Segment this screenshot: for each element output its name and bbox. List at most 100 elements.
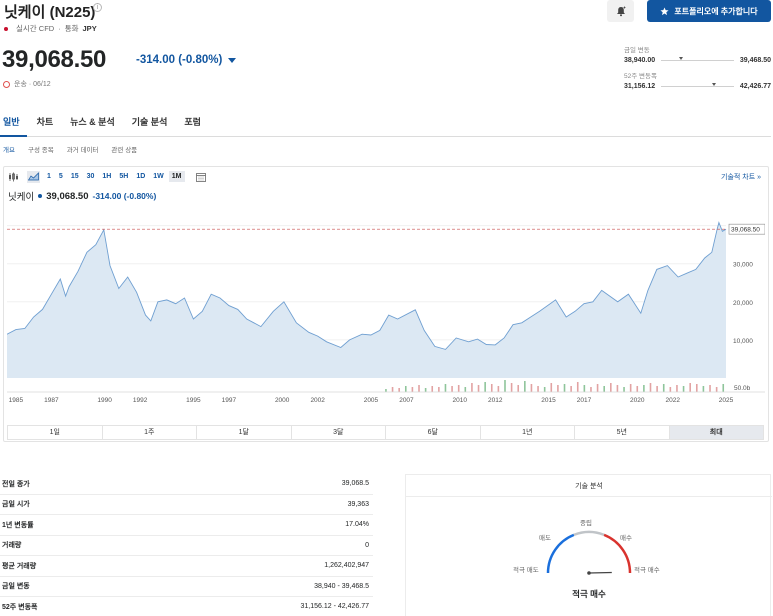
interval-5h[interactable]: 5H	[116, 171, 131, 182]
subtab-historical[interactable]: 과거 데이터	[67, 144, 99, 154]
x-tick-label: 1995	[186, 397, 201, 404]
alert-button[interactable]	[607, 0, 634, 22]
x-tick-label: 2022	[666, 397, 681, 404]
info-icon[interactable]: i	[93, 3, 102, 12]
stat-label: 금일 변동	[2, 583, 30, 591]
sub-tabs: 개요 구성 종목 과거 데이터 관련 상품	[3, 144, 137, 154]
add-to-portfolio-button[interactable]: 포트폴리오에 추가합니다	[647, 0, 771, 22]
gauge-neutral-arc	[573, 530, 605, 537]
period-3m[interactable]: 3달	[292, 426, 386, 439]
x-tick-label: 2002	[310, 397, 325, 404]
volume-bar	[484, 382, 486, 392]
x-tick-label: 2010	[452, 397, 467, 404]
period-6m[interactable]: 6달	[386, 426, 481, 439]
period-1w[interactable]: 1주	[103, 426, 197, 439]
chart-legend-name: 닛케이	[8, 192, 35, 203]
volume-bar	[702, 386, 705, 392]
period-max[interactable]: 최대	[669, 426, 763, 439]
subtab-related[interactable]: 관련 상품	[111, 144, 137, 154]
interval-30[interactable]: 30	[84, 171, 98, 182]
interval-15[interactable]: 15	[68, 171, 82, 182]
gauge-sell-arc	[546, 533, 575, 574]
volume-bar	[497, 386, 500, 392]
volume-bar	[649, 383, 652, 392]
volume-bar	[695, 384, 698, 392]
volume-bar	[563, 384, 566, 392]
stat-label: 전일 종가	[2, 480, 30, 488]
volume-bar	[596, 384, 599, 392]
candlestick-icon[interactable]	[7, 171, 20, 183]
tab-chart[interactable]: 차트	[34, 113, 61, 137]
tab-overview[interactable]: 일반	[0, 113, 27, 137]
page-title: 닛케이 (N225)	[4, 4, 96, 21]
gauge-pivot	[587, 571, 591, 575]
main-tabs: 일반 차트 뉴스 & 분석 기술 분석 포럼	[0, 113, 771, 137]
volume-bar	[689, 383, 691, 392]
volume-bar	[510, 383, 513, 392]
interval-1w[interactable]: 1W	[150, 171, 167, 182]
volume-bar	[709, 385, 711, 392]
x-tick-label: 1997	[222, 397, 237, 404]
volume-bar	[504, 380, 506, 392]
volume-bar	[603, 386, 605, 392]
stat-label: 거래량	[2, 542, 22, 550]
volume-bar	[682, 386, 685, 392]
interval-5[interactable]: 5	[56, 171, 66, 182]
tab-news[interactable]: 뉴스 & 분석	[67, 113, 122, 137]
period-1y[interactable]: 1년	[481, 426, 575, 439]
meta-separator: ·	[58, 24, 61, 33]
x-tick-label: 2012	[488, 397, 503, 404]
chart-legend: 닛케이 39,068.50 -314.00 (-0.80%)	[8, 189, 156, 204]
tab-forum[interactable]: 포럼	[181, 113, 208, 137]
volume-bar	[457, 385, 460, 392]
volume-bar	[557, 385, 559, 392]
x-tick-label: 2025	[719, 397, 734, 404]
x-tick-label: 2005	[364, 397, 379, 404]
volume-bar	[623, 387, 625, 392]
volume-bar	[477, 385, 480, 392]
stats-table: 전일 종가 39,068.5 금일 시가 39,363 1년 변동률 17.04% 거…	[0, 474, 373, 616]
y-tick-label: 20,000	[733, 300, 753, 307]
volume-bar	[676, 385, 678, 392]
subtab-summary[interactable]: 개요	[3, 144, 15, 154]
price-chart[interactable]: 10,00020,00030,00040,000Investing.com39,…	[7, 204, 765, 410]
tab-technical[interactable]: 기술 분석	[129, 113, 175, 137]
interval-1[interactable]: 1	[44, 171, 54, 182]
volume-bar	[385, 389, 387, 392]
advanced-chart-link[interactable]: 기술적 차트 »	[721, 172, 761, 182]
period-1d[interactable]: 1일	[8, 426, 103, 439]
subtab-components[interactable]: 구성 종목	[28, 144, 54, 154]
currency-label: 통화	[64, 24, 79, 33]
week52-range-marker-icon	[712, 83, 717, 86]
period-5y[interactable]: 5년	[575, 426, 670, 439]
chart-toolbar: 1 5 15 30 1H 5H 1D 1W 1M 기술적 차트 »	[4, 168, 767, 185]
interval-1d[interactable]: 1D	[133, 171, 148, 182]
stat-label: 금일 시가	[2, 501, 30, 509]
volume-bar	[610, 383, 612, 392]
volume-bar	[524, 381, 526, 392]
calendar-icon[interactable]	[195, 171, 208, 183]
volume-bar	[537, 386, 539, 392]
x-tick-label: 1990	[97, 397, 112, 404]
down-arrow-icon	[228, 57, 237, 63]
area-chart-icon[interactable]	[27, 170, 40, 183]
x-tick-label: 1992	[133, 397, 148, 404]
week52-range-bar	[661, 83, 734, 87]
x-tick-label: 1987	[44, 397, 59, 404]
volume-bar	[656, 386, 658, 392]
interval-1h[interactable]: 1H	[99, 171, 114, 182]
volume-bar	[490, 384, 493, 392]
gauge-label-buy: 매수	[620, 535, 632, 542]
gauge-label-strong-sell: 적극 매도	[513, 567, 539, 574]
volume-bar	[616, 385, 619, 392]
interval-1m[interactable]: 1M	[168, 171, 185, 182]
table-row: 평균 거래량 1,262,402,947	[0, 556, 373, 577]
volume-bar	[643, 385, 645, 392]
volume-bar	[431, 386, 434, 392]
star-icon	[660, 6, 669, 15]
clock-icon	[3, 80, 10, 88]
stat-value: 1,262,402,947	[324, 562, 369, 570]
period-1m[interactable]: 1달	[197, 426, 292, 439]
volume-bar	[404, 386, 407, 392]
day-range-low: 38,940.00	[624, 57, 656, 64]
